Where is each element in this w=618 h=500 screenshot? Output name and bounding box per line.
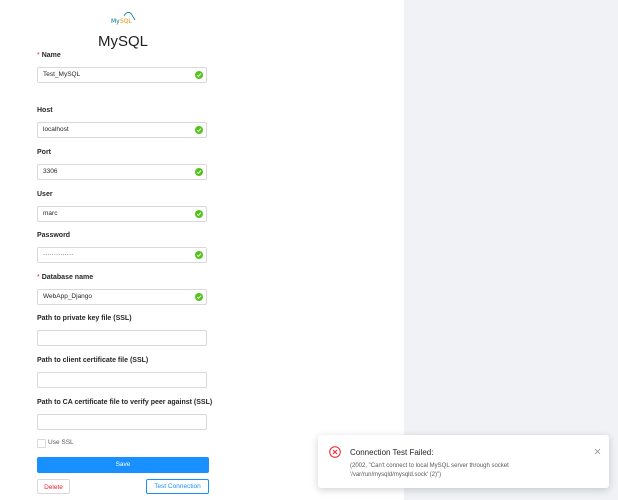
host-input[interactable]: localhost: [37, 122, 207, 138]
required-marker: *: [37, 52, 40, 59]
password-value: ··············: [43, 251, 74, 258]
check-circle-icon: [195, 126, 203, 134]
name-input[interactable]: Test_MySQL: [37, 67, 207, 83]
database-input[interactable]: WebApp_Django: [37, 289, 207, 305]
name-label: * Name: [37, 52, 61, 59]
port-value: 3306: [43, 168, 58, 175]
ssl-cert-label: Path to client certificate file (SSL): [37, 357, 149, 364]
ssl-key-input[interactable]: [37, 330, 207, 346]
database-value: WebApp_Django: [43, 293, 93, 300]
ssl-ca-input[interactable]: [37, 414, 207, 430]
use-ssl-checkbox[interactable]: [37, 439, 46, 448]
host-value: localhost: [43, 126, 69, 133]
notification-message: (2002, "Can't connect to local MySQL ser…: [350, 463, 509, 478]
check-circle-icon: [195, 293, 203, 301]
password-input[interactable]: ··············: [37, 247, 207, 263]
close-icon[interactable]: [594, 448, 601, 455]
use-ssl-label: Use SSL: [48, 439, 74, 446]
user-input[interactable]: marc: [37, 206, 207, 222]
name-label-text: Name: [41, 52, 61, 59]
password-label: Password: [37, 232, 71, 239]
name-value: Test_MySQL: [43, 71, 81, 78]
delete-button[interactable]: Delete: [37, 479, 70, 494]
ssl-ca-label: Path to CA certificate file to verify pe…: [37, 399, 213, 406]
database-label: * Database name: [37, 274, 93, 281]
check-circle-icon: [195, 251, 203, 259]
save-button[interactable]: Save: [37, 457, 209, 473]
user-label: User: [37, 191, 53, 198]
right-panel: [404, 0, 618, 500]
required-marker: *: [37, 274, 40, 281]
ssl-key-label: Path to private key file (SSL): [37, 315, 132, 322]
user-value: marc: [43, 210, 58, 217]
notification-title: Connection Test Failed:: [350, 448, 434, 457]
port-input[interactable]: 3306: [37, 164, 207, 180]
check-circle-icon: [195, 210, 203, 218]
error-notification: Connection Test Failed: (2002, "Can't co…: [318, 435, 609, 488]
page-title: MySQL: [97, 33, 148, 50]
host-label: Host: [37, 107, 53, 114]
check-circle-icon: [195, 71, 203, 79]
svg-text:SQL: SQL: [120, 18, 133, 25]
svg-text:My: My: [111, 18, 120, 25]
mysql-logo-icon: My SQL: [111, 12, 136, 25]
database-label-text: Database name: [41, 274, 94, 281]
ssl-cert-input[interactable]: [37, 372, 207, 388]
check-circle-icon: [195, 168, 203, 176]
error-circle-icon: [329, 446, 341, 458]
test-connection-button[interactable]: Test Connection: [146, 479, 209, 494]
port-label: Port: [37, 149, 51, 156]
